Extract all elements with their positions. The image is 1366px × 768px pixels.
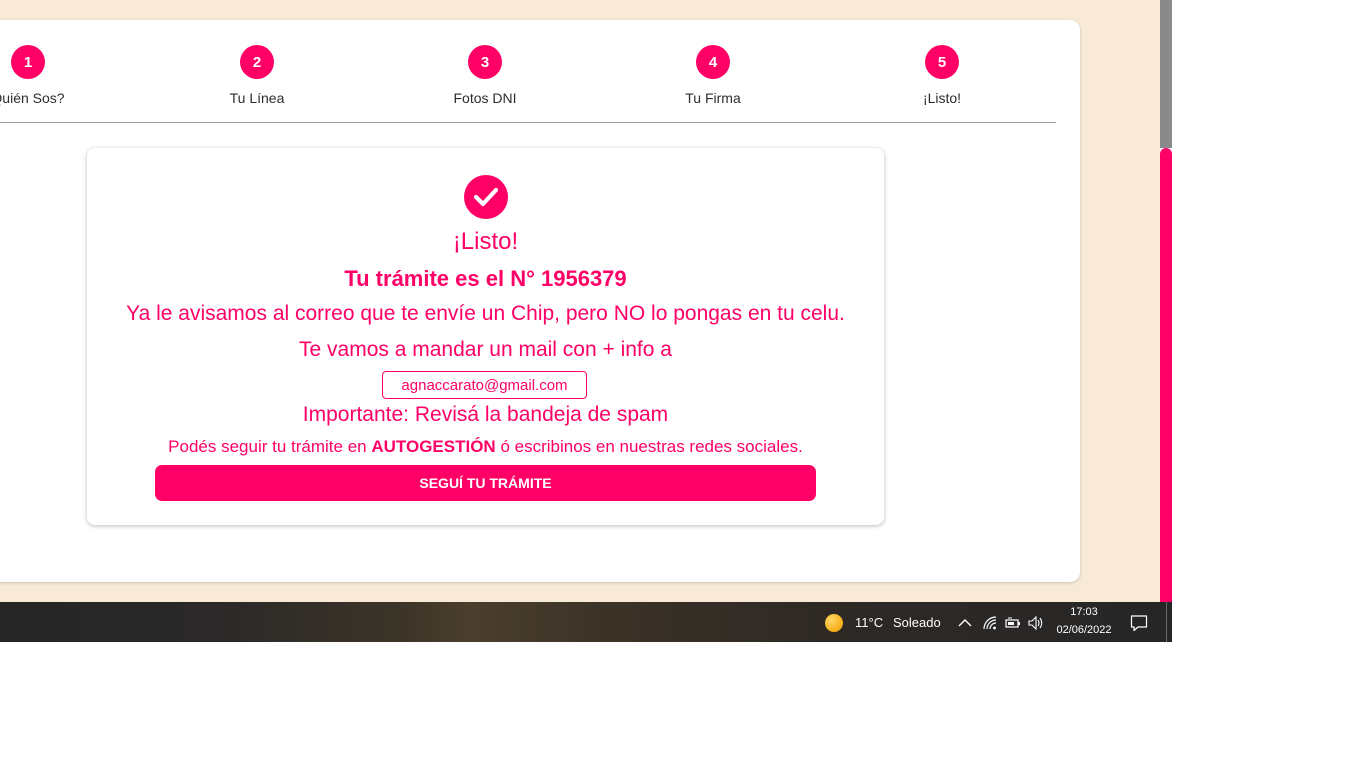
step-number: 5 [925,45,959,79]
step-number: 3 [468,45,502,79]
step-4[interactable]: 4 Tu Firma [653,45,773,106]
follow-notice: Podés seguir tu trámite en AUTOGESTIÓN ó… [87,437,884,457]
result-card: ¡Listo! Tu trámite es el N° 1956379 Ya l… [87,148,884,525]
scrollbar-thumb[interactable] [1160,148,1172,602]
check-circle-icon [464,175,508,219]
follow-suffix: ó escribinos en nuestras redes sociales. [495,437,803,456]
tramite-number: Tu trámite es el N° 1956379 [344,266,627,291]
weather-temperature[interactable]: 11°C [855,615,883,630]
sun-icon[interactable] [825,614,843,632]
scrollbar-track-top [1160,0,1172,148]
stepper: 1 Quién Sos? 2 Tu Línea 3 Fotos DNI 4 Tu… [0,20,1080,124]
success-title: ¡Listo! [452,228,519,255]
step-label: ¡Listo! [922,90,962,106]
email-badge: agnaccarato@gmail.com [382,371,587,399]
clock-date[interactable]: 02/06/2022 [1050,624,1118,636]
notification-icon[interactable] [1128,612,1150,634]
step-label: Tu Firma [685,90,741,106]
scrollbar[interactable] [1160,0,1172,602]
step-number: 1 [11,45,45,79]
step-number: 2 [240,45,274,79]
show-desktop-button[interactable] [1166,602,1167,642]
battery-icon[interactable] [1003,613,1023,633]
weather-condition[interactable]: Soleado [893,615,941,630]
step-label: Fotos DNI [453,90,517,106]
step-5[interactable]: 5 ¡Listo! [882,45,1002,106]
stepper-divider [0,122,1056,123]
mail-notice: Te vamos a mandar un mail con + info a [299,338,672,361]
autogestion-link[interactable]: AUTOGESTIÓN [371,437,495,456]
step-1[interactable]: 1 Quién Sos? [0,45,88,106]
clock-time[interactable]: 17:03 [1055,606,1113,618]
step-number: 4 [696,45,730,79]
spam-notice: Importante: Revisá la bandeja de spam [302,403,669,426]
step-3[interactable]: 3 Fotos DNI [425,45,545,106]
follow-tramite-button[interactable]: SEGUÍ TU TRÁMITE [155,465,816,501]
chip-notice: Ya le avisamos al correo que te envíe un… [126,302,845,325]
wizard-card: 1 Quién Sos? 2 Tu Línea 3 Fotos DNI 4 Tu… [0,20,1080,582]
browser-viewport: 1 Quién Sos? 2 Tu Línea 3 Fotos DNI 4 Tu… [0,0,1172,642]
step-label: Tu Línea [229,90,285,106]
step-2[interactable]: 2 Tu Línea [197,45,317,106]
wifi-icon[interactable] [980,613,1000,633]
volume-icon[interactable] [1026,613,1046,633]
step-label: Quién Sos? [0,90,65,106]
taskbar: 11°C Soleado 17:03 02/06/2022 [0,602,1172,642]
follow-prefix: Podés seguir tu trámite en [168,437,372,456]
chevron-up-icon[interactable] [955,613,975,633]
